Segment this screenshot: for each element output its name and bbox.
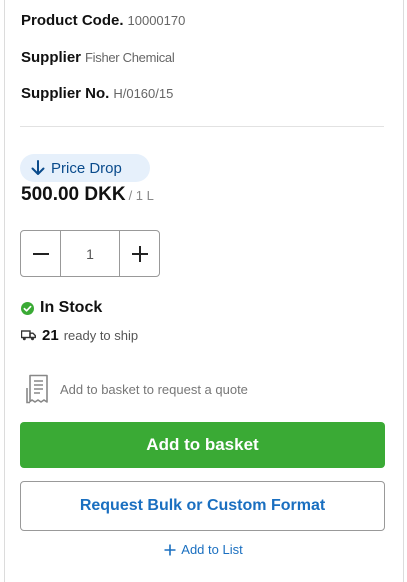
add-to-list-link[interactable]: Add to List [0,542,407,557]
supplier-no-row: Supplier No. H/0160/15 [21,85,173,103]
price-drop-label: Price Drop [51,159,122,177]
supplier-no-value: H/0160/15 [113,86,174,101]
plus-icon [131,245,148,262]
truck-icon [21,330,36,341]
price-drop-badge: Price Drop [20,154,150,182]
supplier-label: Supplier [21,49,82,66]
arrow-down-icon [31,160,45,175]
ready-count: 21 [42,327,59,344]
receipt-icon [26,374,48,404]
request-bulk-button[interactable]: Request Bulk or Custom Format [20,481,385,531]
add-to-list-label: Add to List [181,542,243,557]
price-amount: 500.00 DKK [21,184,126,205]
price-unit: / 1 L [128,188,154,203]
product-code-row: Product Code. 10000170 [21,12,185,30]
quantity-stepper: 1 [20,230,160,277]
decrement-button[interactable] [21,231,60,276]
quote-note: Add to basket to request a quote [26,374,248,404]
quote-text: Add to basket to request a quote [60,381,248,397]
supplier-value: Fisher Chemical [85,50,175,65]
supplier-no-label: Supplier No. [21,85,110,102]
price-row: 500.00 DKK/ 1 L [21,184,154,206]
minus-icon [32,252,49,255]
product-code-value: 10000170 [127,13,186,28]
ready-to-ship-row: 21 ready to ship [21,327,138,344]
add-to-basket-button[interactable]: Add to basket [20,422,385,468]
increment-button[interactable] [120,231,159,276]
product-code-label: Product Code. [21,12,124,29]
check-circle-icon [21,301,34,315]
ready-text: ready to ship [63,328,139,343]
plus-icon [164,544,176,555]
section-divider [20,126,384,127]
stock-status-text: In Stock [40,299,103,316]
quantity-input[interactable]: 1 [60,231,120,276]
supplier-row: Supplier Fisher Chemical [21,49,175,67]
stock-status: In Stock [21,299,102,317]
